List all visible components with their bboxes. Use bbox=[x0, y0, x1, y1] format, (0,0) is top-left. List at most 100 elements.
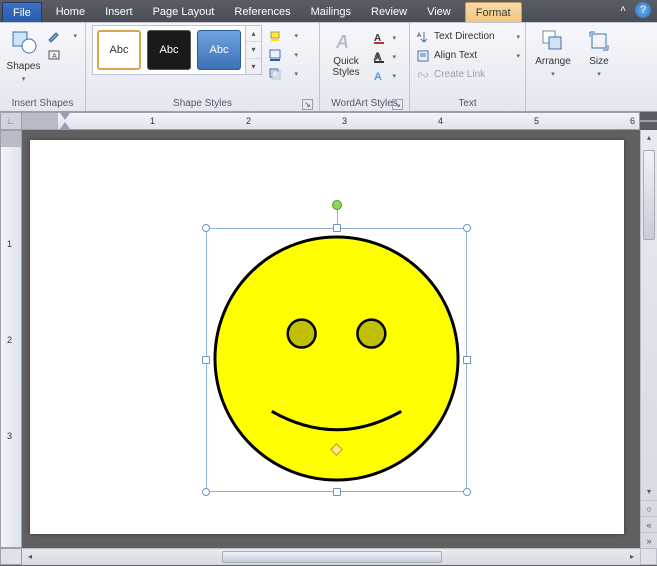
style-preset-2[interactable]: Abc bbox=[147, 30, 191, 70]
scroll-right[interactable]: ▸ bbox=[624, 549, 640, 565]
text-fill-button[interactable]: A▾ bbox=[370, 29, 398, 46]
shape-outline-button[interactable]: ▾ bbox=[266, 46, 300, 63]
text-outline-button[interactable]: A▾ bbox=[370, 48, 398, 65]
scroll-thumb-h[interactable] bbox=[222, 551, 442, 563]
scroll-thumb-v[interactable] bbox=[643, 150, 655, 240]
align-text-icon bbox=[416, 49, 430, 63]
svg-text:A: A bbox=[417, 33, 421, 39]
group-label-wordart: WordArt Styles↘ bbox=[326, 96, 403, 111]
shape-fill-button[interactable]: ▾ bbox=[266, 27, 300, 44]
gallery-scroll: ▴ ▾ ▾ bbox=[246, 25, 262, 75]
hanging-indent[interactable] bbox=[60, 122, 70, 129]
quick-styles-label: Quick Styles bbox=[332, 56, 359, 78]
scroll-left[interactable]: ◂ bbox=[22, 549, 38, 565]
scroll-down[interactable]: ▾ bbox=[641, 484, 657, 500]
gallery-down[interactable]: ▾ bbox=[246, 42, 261, 58]
shape-effects-button[interactable]: ▾ bbox=[266, 65, 300, 82]
create-link-button: Create Link bbox=[416, 66, 520, 83]
group-wordart-styles: A Quick Styles A▾ A▾ A▾ WordArt Styles↘ bbox=[320, 23, 410, 111]
ruler-vertical[interactable]: 1 2 3 bbox=[0, 130, 22, 548]
shapes-icon bbox=[10, 28, 38, 59]
group-insert-shapes: Shapes ▾ ▾ A Insert Shapes bbox=[0, 23, 86, 111]
align-text-label: Align Text bbox=[434, 50, 477, 61]
ruler-horizontal[interactable]: 1 2 3 4 5 6 bbox=[22, 112, 640, 130]
ruler-v-3: 3 bbox=[7, 431, 12, 441]
tab-review[interactable]: Review bbox=[361, 2, 417, 22]
edit-shape-button[interactable]: ▾ bbox=[45, 27, 79, 44]
text-box-button[interactable]: A bbox=[45, 46, 79, 63]
resize-handle-r[interactable] bbox=[463, 356, 471, 364]
tab-mailings[interactable]: Mailings bbox=[301, 2, 361, 22]
tab-selector[interactable]: ∟ bbox=[0, 112, 22, 130]
page[interactable] bbox=[30, 140, 624, 534]
tab-format[interactable]: Format bbox=[465, 2, 522, 22]
resize-handle-l[interactable] bbox=[202, 356, 210, 364]
tab-references[interactable]: References bbox=[224, 2, 300, 22]
arrange-icon bbox=[540, 28, 566, 54]
tab-home[interactable]: Home bbox=[46, 2, 95, 22]
scrollbar-horizontal[interactable]: ◂ ▸ bbox=[22, 548, 640, 565]
text-direction-label: Text Direction bbox=[434, 31, 495, 42]
resize-handle-tr[interactable] bbox=[463, 224, 471, 232]
scrollbar-vertical[interactable]: ▴ ▾ ○ « » bbox=[640, 130, 657, 548]
ruler-h-1: 1 bbox=[150, 116, 155, 126]
wordart-launcher[interactable]: ↘ bbox=[392, 99, 403, 110]
shapes-gallery-button[interactable]: Shapes ▾ bbox=[6, 25, 41, 85]
tab-view[interactable]: View bbox=[417, 2, 461, 22]
quick-styles-button[interactable]: A Quick Styles bbox=[326, 27, 366, 78]
align-text-button[interactable]: Align Text▾ bbox=[416, 47, 520, 64]
resize-handle-bl[interactable] bbox=[202, 488, 210, 496]
group-arrange-size: Arrange ▾ Size ▾ bbox=[526, 23, 657, 111]
scroll-up[interactable]: ▴ bbox=[641, 130, 657, 146]
browse-object[interactable]: ○ bbox=[641, 500, 657, 516]
text-effects-button[interactable]: A▾ bbox=[370, 67, 398, 84]
size-button[interactable]: Size ▾ bbox=[578, 25, 620, 80]
scrollbar-row: ◂ ▸ bbox=[0, 548, 657, 565]
gallery-up[interactable]: ▴ bbox=[246, 26, 261, 42]
first-line-indent[interactable] bbox=[60, 113, 70, 120]
document-viewport[interactable] bbox=[22, 130, 640, 548]
style-preset-3[interactable]: Abc bbox=[197, 30, 241, 70]
size-label: Size bbox=[589, 56, 608, 67]
link-icon bbox=[416, 68, 430, 82]
ruler-h-6: 6 bbox=[630, 116, 635, 126]
wordart-icon: A bbox=[334, 30, 358, 54]
ribbon-minimize-button[interactable]: ˄ bbox=[615, 2, 631, 18]
ruler-row: ∟ 1 2 3 4 5 6 bbox=[0, 112, 657, 130]
tab-page-layout[interactable]: Page Layout bbox=[143, 2, 225, 22]
prev-page[interactable]: « bbox=[641, 516, 657, 532]
ruler-v-2: 2 bbox=[7, 335, 12, 345]
resize-handle-tl[interactable] bbox=[202, 224, 210, 232]
help-button[interactable]: ? bbox=[635, 2, 651, 18]
resize-handle-t[interactable] bbox=[333, 224, 341, 232]
rotation-handle[interactable] bbox=[332, 200, 342, 210]
svg-text:A: A bbox=[52, 53, 57, 60]
ruler-h-4: 4 bbox=[438, 116, 443, 126]
ruler-h-2: 2 bbox=[246, 116, 251, 126]
selected-shape[interactable] bbox=[206, 228, 467, 492]
resize-handle-br[interactable] bbox=[463, 488, 471, 496]
next-page[interactable]: » bbox=[641, 532, 657, 548]
group-label-insert-shapes: Insert Shapes bbox=[6, 96, 79, 111]
svg-text:A: A bbox=[335, 32, 349, 52]
tab-file[interactable]: File bbox=[2, 2, 42, 22]
resize-handle-b[interactable] bbox=[333, 488, 341, 496]
arrange-button[interactable]: Arrange ▾ bbox=[532, 25, 574, 80]
group-text: A Text Direction▾ Align Text▾ Create Lin… bbox=[410, 23, 526, 111]
svg-text:A: A bbox=[374, 71, 382, 83]
shape-styles-launcher[interactable]: ↘ bbox=[302, 99, 313, 110]
tab-bar: File Home Insert Page Layout References … bbox=[0, 0, 657, 22]
ruler-h-3: 3 bbox=[342, 116, 347, 126]
arrange-label: Arrange bbox=[535, 56, 571, 67]
shape-style-gallery[interactable]: Abc Abc Abc bbox=[92, 25, 246, 75]
gallery-more[interactable]: ▾ bbox=[246, 59, 261, 74]
size-icon bbox=[586, 28, 612, 54]
text-direction-icon: A bbox=[416, 30, 430, 44]
ruler-v-1: 1 bbox=[7, 239, 12, 249]
group-label-text: Text bbox=[416, 96, 519, 111]
text-direction-button[interactable]: A Text Direction▾ bbox=[416, 28, 520, 45]
ruler-h-5: 5 bbox=[534, 116, 539, 126]
tab-insert[interactable]: Insert bbox=[95, 2, 143, 22]
style-preset-1[interactable]: Abc bbox=[97, 30, 141, 70]
create-link-label: Create Link bbox=[434, 69, 485, 80]
